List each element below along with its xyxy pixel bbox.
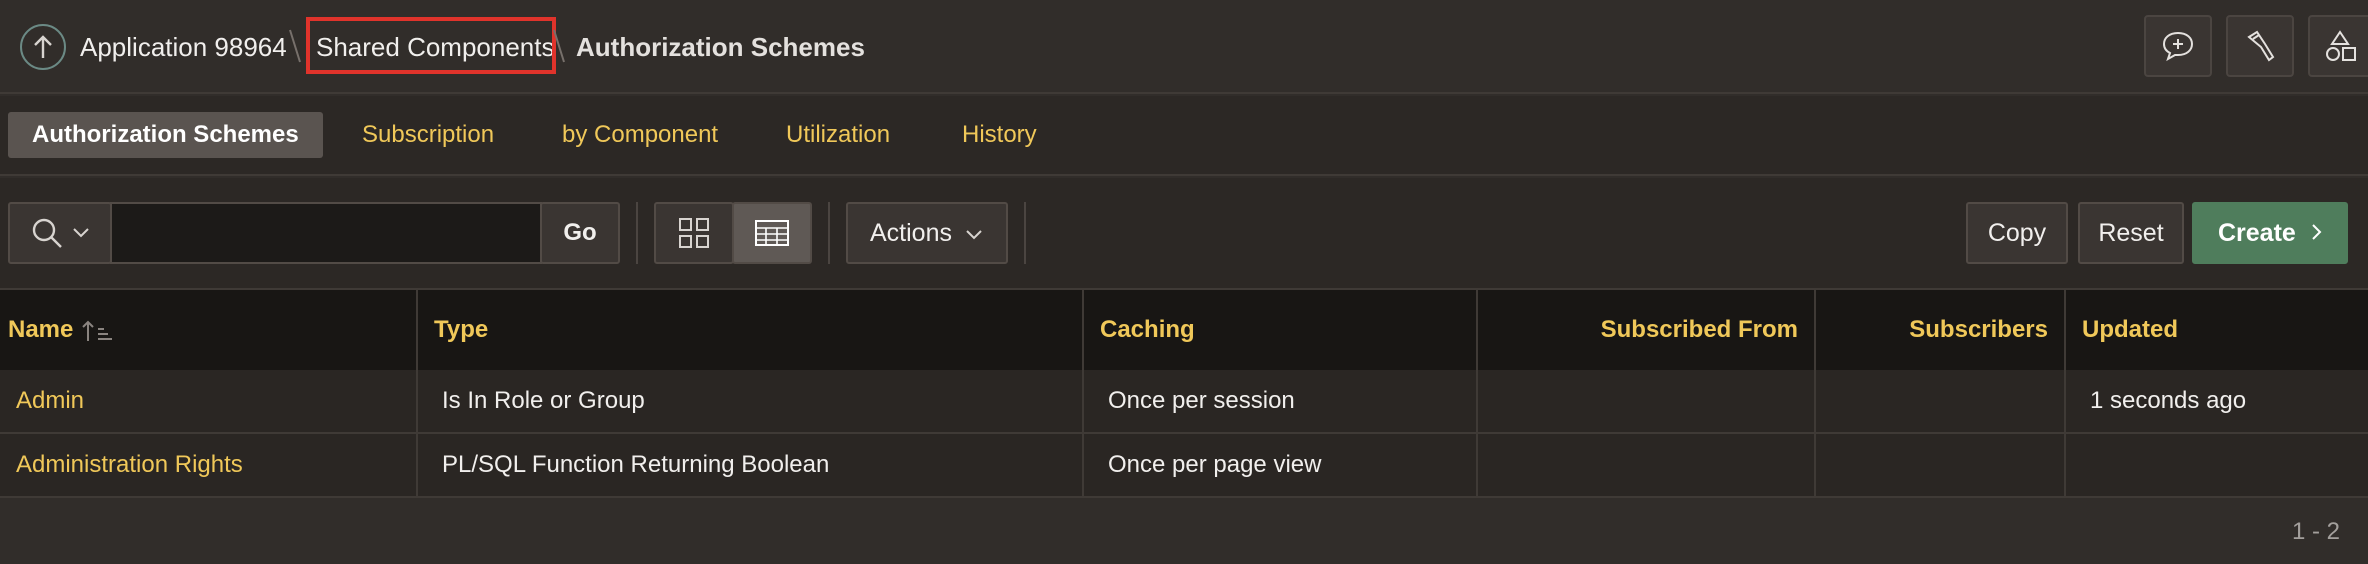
cell-subscribers — [1816, 370, 2066, 432]
table-row: Admin Is In Role or Group Once per sessi… — [0, 370, 2368, 434]
cell-subscribers — [1816, 434, 2066, 496]
actions-label: Actions — [870, 219, 952, 247]
shapes-icon — [2326, 30, 2356, 61]
icon-view-button[interactable] — [654, 202, 734, 264]
tab-by-component[interactable]: by Component — [538, 112, 742, 158]
column-header-caching[interactable]: Caching — [1084, 290, 1478, 370]
chevron-down-icon — [73, 228, 89, 238]
cell-type: PL/SQL Function Returning Boolean — [418, 434, 1084, 496]
table-row: Administration Rights PL/SQL Function Re… — [0, 434, 2368, 498]
cell-updated — [2066, 434, 2368, 496]
sort-ascending-icon — [82, 320, 113, 341]
arrow-up-icon — [34, 35, 52, 58]
highlight-annotation — [306, 17, 556, 74]
top-breadcrumb-bar: Application 98964 Shared Components Auth… — [0, 0, 2368, 94]
cell-name[interactable]: Admin — [0, 370, 418, 432]
feedback-button[interactable] — [2144, 15, 2212, 77]
breadcrumb-application[interactable]: Application 98964 — [80, 30, 287, 64]
comment-add-icon — [2162, 31, 2194, 62]
search-column-selector[interactable] — [8, 202, 112, 264]
create-button[interactable]: Create — [2192, 202, 2348, 264]
tab-history[interactable]: History — [938, 112, 1061, 158]
toolbar-divider — [1024, 202, 1026, 264]
reset-button[interactable]: Reset — [2078, 202, 2184, 264]
column-header-subscribers[interactable]: Subscribers — [1816, 290, 2066, 370]
breadcrumb-separator-icon — [553, 29, 565, 63]
column-header-name[interactable]: Name — [0, 290, 418, 370]
search-icon — [32, 218, 62, 248]
scheme-link[interactable]: Admin — [16, 387, 84, 414]
column-header-subscribed-from[interactable]: Subscribed From — [1478, 290, 1816, 370]
toolbar-divider — [636, 202, 638, 264]
go-button[interactable]: Go — [540, 202, 620, 264]
column-header-type[interactable]: Type — [418, 290, 1084, 370]
cell-type: Is In Role or Group — [418, 370, 1084, 432]
scheme-link[interactable]: Administration Rights — [16, 451, 243, 478]
table-header-row: Name Type Caching Subscribed From Subscr… — [0, 290, 2368, 370]
cell-updated: 1 seconds ago — [2090, 387, 2247, 414]
toolbar-divider — [828, 202, 830, 264]
cell-subscribed-from — [1478, 434, 1816, 496]
tab-subscription[interactable]: Subscription — [338, 112, 518, 158]
report-toolbar: Go Actions Copy Reset Create — [0, 178, 2368, 290]
cell-subscribed-from — [1478, 370, 1816, 432]
tab-authorization-schemes[interactable]: Authorization Schemes — [8, 112, 323, 158]
tab-bar: Authorization Schemes Subscription by Co… — [0, 96, 2368, 176]
shared-components-shapes-button[interactable] — [2308, 15, 2368, 77]
cell-name[interactable]: Administration Rights — [0, 434, 418, 496]
pagination-range: 1 - 2 — [2291, 518, 2340, 545]
grid-view-icon — [679, 218, 709, 248]
cell-caching: Once per page view — [1084, 434, 1478, 496]
cell-caching: Once per session — [1084, 370, 1478, 432]
navigate-up-button[interactable] — [20, 24, 66, 70]
tab-utilization[interactable]: Utilization — [762, 112, 914, 158]
chevron-down-icon — [966, 230, 982, 240]
chevron-right-icon — [2312, 224, 2322, 240]
actions-menu-button[interactable]: Actions — [846, 202, 1008, 264]
column-header-updated[interactable]: Updated — [2066, 290, 2368, 370]
developer-tools-button[interactable] — [2226, 15, 2294, 77]
breadcrumb-current-page: Authorization Schemes — [576, 32, 865, 62]
table-view-icon — [755, 220, 789, 246]
copy-button[interactable]: Copy — [1966, 202, 2068, 264]
create-label: Create — [2218, 219, 2296, 247]
report-view-button[interactable] — [732, 202, 812, 264]
breadcrumb-separator-icon — [289, 29, 301, 63]
flashlight-icon — [2247, 30, 2275, 62]
search-input[interactable] — [110, 202, 542, 264]
